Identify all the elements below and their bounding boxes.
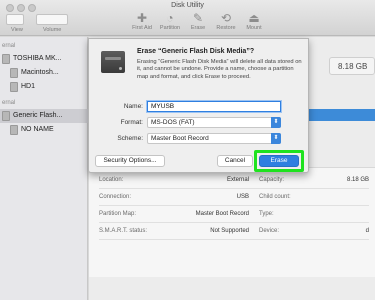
disk-icon bbox=[2, 54, 10, 64]
sidebar: ernal TOSHIBA MK... Macintosh... HD1 ern… bbox=[0, 37, 88, 300]
sidebar-item-label: TOSHIBA MK... bbox=[13, 55, 62, 62]
partition-icon: ◔ bbox=[166, 11, 174, 25]
updown-arrows-icon: ⬍ bbox=[271, 133, 281, 144]
volume-icon bbox=[10, 82, 18, 92]
stethoscope-icon: ✚ bbox=[136, 11, 148, 25]
format-select[interactable]: MS-DOS (FAT) ⬍ bbox=[147, 117, 281, 128]
first-aid-button[interactable]: ✚ First Aid bbox=[129, 11, 155, 31]
table-row: S.M.A.R.T. status: Not Supported Device:… bbox=[99, 223, 369, 240]
view-label: View bbox=[11, 27, 23, 33]
info-value: External bbox=[226, 177, 249, 183]
erase-icon: ✎ bbox=[192, 11, 204, 25]
external-drive-icon bbox=[99, 47, 127, 77]
window-title: Disk Utility bbox=[171, 2, 204, 9]
view-button[interactable] bbox=[6, 14, 24, 25]
info-value: 8.18 GB bbox=[346, 177, 369, 183]
table-row: Connection: USB Child count: bbox=[99, 189, 369, 206]
info-key: Location: bbox=[99, 177, 124, 183]
erase-highlight-frame bbox=[254, 150, 304, 172]
sidebar-item-toshiba[interactable]: TOSHIBA MK... bbox=[0, 52, 88, 66]
partition-label: Partition bbox=[159, 25, 181, 31]
erase-toolbar-button[interactable]: ✎ Erase bbox=[185, 11, 211, 31]
name-field[interactable]: MYUSB bbox=[147, 101, 281, 112]
mount-label: Mount bbox=[246, 25, 262, 31]
mount-button[interactable]: ⏏ Mount bbox=[241, 11, 267, 31]
volume-icon bbox=[10, 68, 18, 78]
sidebar-item-no-name[interactable]: NO NAME bbox=[0, 123, 88, 137]
info-key: Type: bbox=[259, 211, 274, 217]
mount-icon: ⏏ bbox=[248, 11, 260, 25]
dialog-description: Erasing “Generic Flash Disk Media” will … bbox=[137, 59, 302, 80]
format-value: MS-DOS (FAT) bbox=[151, 119, 195, 126]
info-key: Partition Map: bbox=[99, 211, 137, 217]
volume-icon bbox=[10, 125, 18, 135]
info-value: d bbox=[365, 228, 369, 234]
info-value: Master Boot Record bbox=[195, 211, 249, 217]
updown-arrows-icon: ⬍ bbox=[271, 117, 281, 128]
info-key: Child count: bbox=[259, 194, 291, 200]
sidebar-item-label: Generic Flash... bbox=[13, 112, 63, 119]
info-key: Connection: bbox=[99, 194, 132, 200]
volume-label: Volume bbox=[43, 27, 62, 33]
restore-icon: ⟲ bbox=[220, 11, 232, 25]
info-table: Location: External Capacity: 8.18 GB Con… bbox=[89, 167, 375, 277]
format-label: Format: bbox=[120, 119, 143, 126]
info-key: Capacity: bbox=[259, 177, 285, 183]
info-value: USB bbox=[236, 194, 249, 200]
info-value: Not Supported bbox=[210, 228, 249, 234]
cancel-button[interactable]: Cancel bbox=[217, 155, 253, 167]
sidebar-item-generic-flash[interactable]: Generic Flash... bbox=[0, 109, 88, 123]
scheme-label: Scheme: bbox=[117, 135, 143, 142]
dialog-title: Erase “Generic Flash Disk Media”? bbox=[137, 48, 255, 55]
first-aid-label: First Aid bbox=[132, 25, 152, 31]
scheme-select[interactable]: Master Boot Record ⬍ bbox=[147, 133, 281, 144]
table-row: Partition Map: Master Boot Record Type: bbox=[99, 206, 369, 223]
table-row: Location: External Capacity: 8.18 GB bbox=[99, 172, 369, 189]
erase-label: Erase bbox=[190, 25, 206, 31]
sidebar-item-macintosh[interactable]: Macintosh... bbox=[0, 66, 88, 80]
window-toolbar: Disk Utility View Volume ✚ First Aid ◔ P… bbox=[0, 0, 375, 36]
scheme-value: Master Boot Record bbox=[151, 135, 209, 142]
sidebar-item-label: HD1 bbox=[21, 83, 36, 90]
volume-button[interactable] bbox=[36, 14, 68, 25]
restore-button[interactable]: ⟲ Restore bbox=[213, 11, 239, 31]
name-label: Name: bbox=[123, 103, 143, 110]
info-key: Device: bbox=[259, 228, 280, 234]
security-options-button[interactable]: Security Options... bbox=[95, 155, 165, 167]
restore-label: Restore bbox=[216, 25, 236, 31]
disk-icon bbox=[2, 111, 10, 121]
capacity-badge: 8.18 GB bbox=[329, 57, 375, 75]
partition-button[interactable]: ◔ Partition bbox=[157, 11, 183, 31]
sidebar-header-external: ernal bbox=[2, 100, 16, 106]
sidebar-item-label: NO NAME bbox=[21, 126, 54, 133]
sidebar-header-internal: ernal bbox=[2, 43, 16, 49]
sidebar-item-hd1[interactable]: HD1 bbox=[0, 80, 88, 94]
sidebar-item-label: Macintosh... bbox=[21, 69, 59, 76]
